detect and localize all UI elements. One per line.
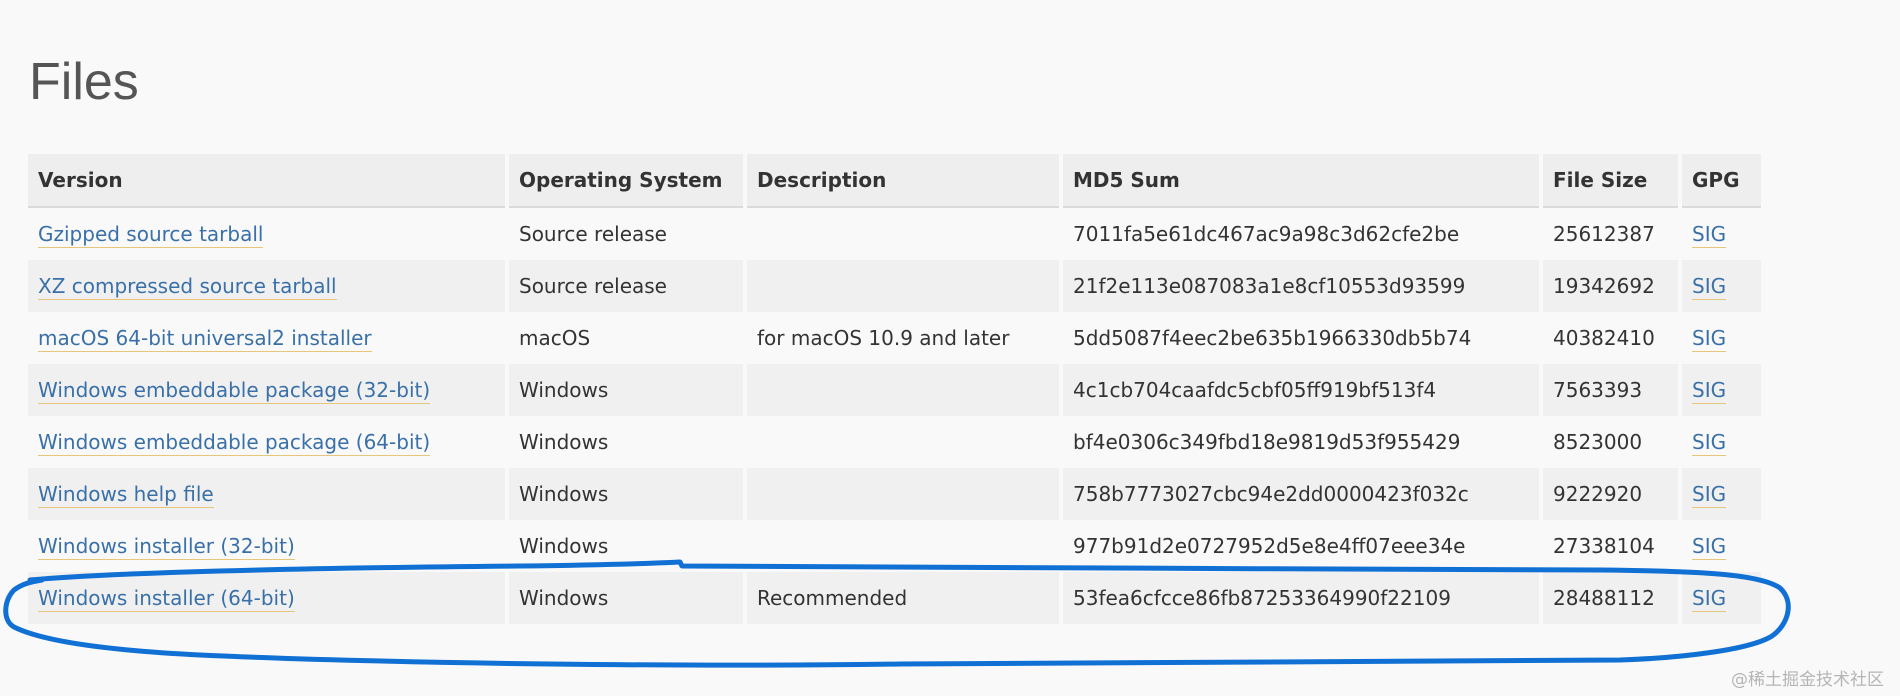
table-row: XZ compressed source tarball Source rele… (28, 260, 1761, 312)
column-header-description: Description (747, 154, 1059, 208)
description-cell (747, 364, 1059, 416)
download-link[interactable]: Windows embeddable package (64-bit) (38, 430, 431, 456)
column-header-operating-system: Operating System (509, 154, 743, 208)
description-cell (747, 520, 1059, 572)
operating-system-cell: macOS (509, 312, 743, 364)
md5-cell: 53fea6cfcce86fb87253364990f22109 (1063, 572, 1539, 624)
description-cell (747, 260, 1059, 312)
sig-link[interactable]: SIG (1692, 586, 1727, 612)
files-table: Version Operating System Description MD5… (24, 154, 1765, 624)
table-row: Windows embeddable package (32-bit) Wind… (28, 364, 1761, 416)
page-title: Files (29, 53, 139, 111)
gpg-cell: SIG (1682, 260, 1761, 312)
download-link[interactable]: XZ compressed source tarball (38, 274, 337, 300)
md5-cell: 977b91d2e0727952d5e8e4ff07eee34e (1063, 520, 1539, 572)
file-size-cell: 27338104 (1543, 520, 1678, 572)
download-link[interactable]: Windows installer (32-bit) (38, 534, 295, 560)
download-link[interactable]: Windows embeddable package (32-bit) (38, 378, 431, 404)
file-size-cell: 25612387 (1543, 208, 1678, 260)
table-row: Windows embeddable package (64-bit) Wind… (28, 416, 1761, 468)
column-header-version: Version (28, 154, 505, 208)
gpg-cell: SIG (1682, 312, 1761, 364)
sig-link[interactable]: SIG (1692, 482, 1727, 508)
version-cell: macOS 64-bit universal2 installer (28, 312, 505, 364)
column-header-md5-sum: MD5 Sum (1063, 154, 1539, 208)
watermark: @稀土掘金技术社区 (1731, 670, 1884, 690)
column-header-gpg: GPG (1682, 154, 1761, 208)
file-size-cell: 9222920 (1543, 468, 1678, 520)
description-cell: Recommended (747, 572, 1059, 624)
md5-cell: 4c1cb704caafdc5cbf05ff919bf513f4 (1063, 364, 1539, 416)
table-row: Windows installer (32-bit) Windows 977b9… (28, 520, 1761, 572)
column-header-file-size: File Size (1543, 154, 1678, 208)
file-size-cell: 8523000 (1543, 416, 1678, 468)
description-cell: for macOS 10.9 and later (747, 312, 1059, 364)
table-row: Windows help file Windows 758b7773027cbc… (28, 468, 1761, 520)
md5-cell: 5dd5087f4eec2be635b1966330db5b74 (1063, 312, 1539, 364)
version-cell: Windows help file (28, 468, 505, 520)
version-cell: Windows embeddable package (64-bit) (28, 416, 505, 468)
table-header-row: Version Operating System Description MD5… (28, 154, 1761, 208)
operating-system-cell: Windows (509, 416, 743, 468)
sig-link[interactable]: SIG (1692, 430, 1727, 456)
file-size-cell: 7563393 (1543, 364, 1678, 416)
md5-cell: 21f2e113e087083a1e8cf10553d93599 (1063, 260, 1539, 312)
description-cell (747, 416, 1059, 468)
operating-system-cell: Windows (509, 520, 743, 572)
table-row: Gzipped source tarball Source release 70… (28, 208, 1761, 260)
sig-link[interactable]: SIG (1692, 274, 1727, 300)
md5-cell: 7011fa5e61dc467ac9a98c3d62cfe2be (1063, 208, 1539, 260)
sig-link[interactable]: SIG (1692, 222, 1727, 248)
download-link[interactable]: Windows help file (38, 482, 214, 508)
version-cell: Windows embeddable package (32-bit) (28, 364, 505, 416)
operating-system-cell: Windows (509, 468, 743, 520)
file-size-cell: 19342692 (1543, 260, 1678, 312)
gpg-cell: SIG (1682, 572, 1761, 624)
sig-link[interactable]: SIG (1692, 378, 1727, 404)
operating-system-cell: Windows (509, 364, 743, 416)
gpg-cell: SIG (1682, 468, 1761, 520)
download-link[interactable]: Windows installer (64-bit) (38, 586, 295, 612)
operating-system-cell: Windows (509, 572, 743, 624)
table-row-highlighted: Windows installer (64-bit) Windows Recom… (28, 572, 1761, 624)
download-link[interactable]: Gzipped source tarball (38, 222, 264, 248)
gpg-cell: SIG (1682, 208, 1761, 260)
sig-link[interactable]: SIG (1692, 534, 1727, 560)
version-cell: Windows installer (64-bit) (28, 572, 505, 624)
gpg-cell: SIG (1682, 416, 1761, 468)
description-cell (747, 468, 1059, 520)
file-size-cell: 28488112 (1543, 572, 1678, 624)
table-row: macOS 64-bit universal2 installer macOS … (28, 312, 1761, 364)
download-link[interactable]: macOS 64-bit universal2 installer (38, 326, 372, 352)
version-cell: Windows installer (32-bit) (28, 520, 505, 572)
version-cell: Gzipped source tarball (28, 208, 505, 260)
md5-cell: bf4e0306c349fbd18e9819d53f955429 (1063, 416, 1539, 468)
operating-system-cell: Source release (509, 208, 743, 260)
version-cell: XZ compressed source tarball (28, 260, 505, 312)
gpg-cell: SIG (1682, 520, 1761, 572)
md5-cell: 758b7773027cbc94e2dd0000423f032c (1063, 468, 1539, 520)
operating-system-cell: Source release (509, 260, 743, 312)
sig-link[interactable]: SIG (1692, 326, 1727, 352)
description-cell (747, 208, 1059, 260)
file-size-cell: 40382410 (1543, 312, 1678, 364)
gpg-cell: SIG (1682, 364, 1761, 416)
